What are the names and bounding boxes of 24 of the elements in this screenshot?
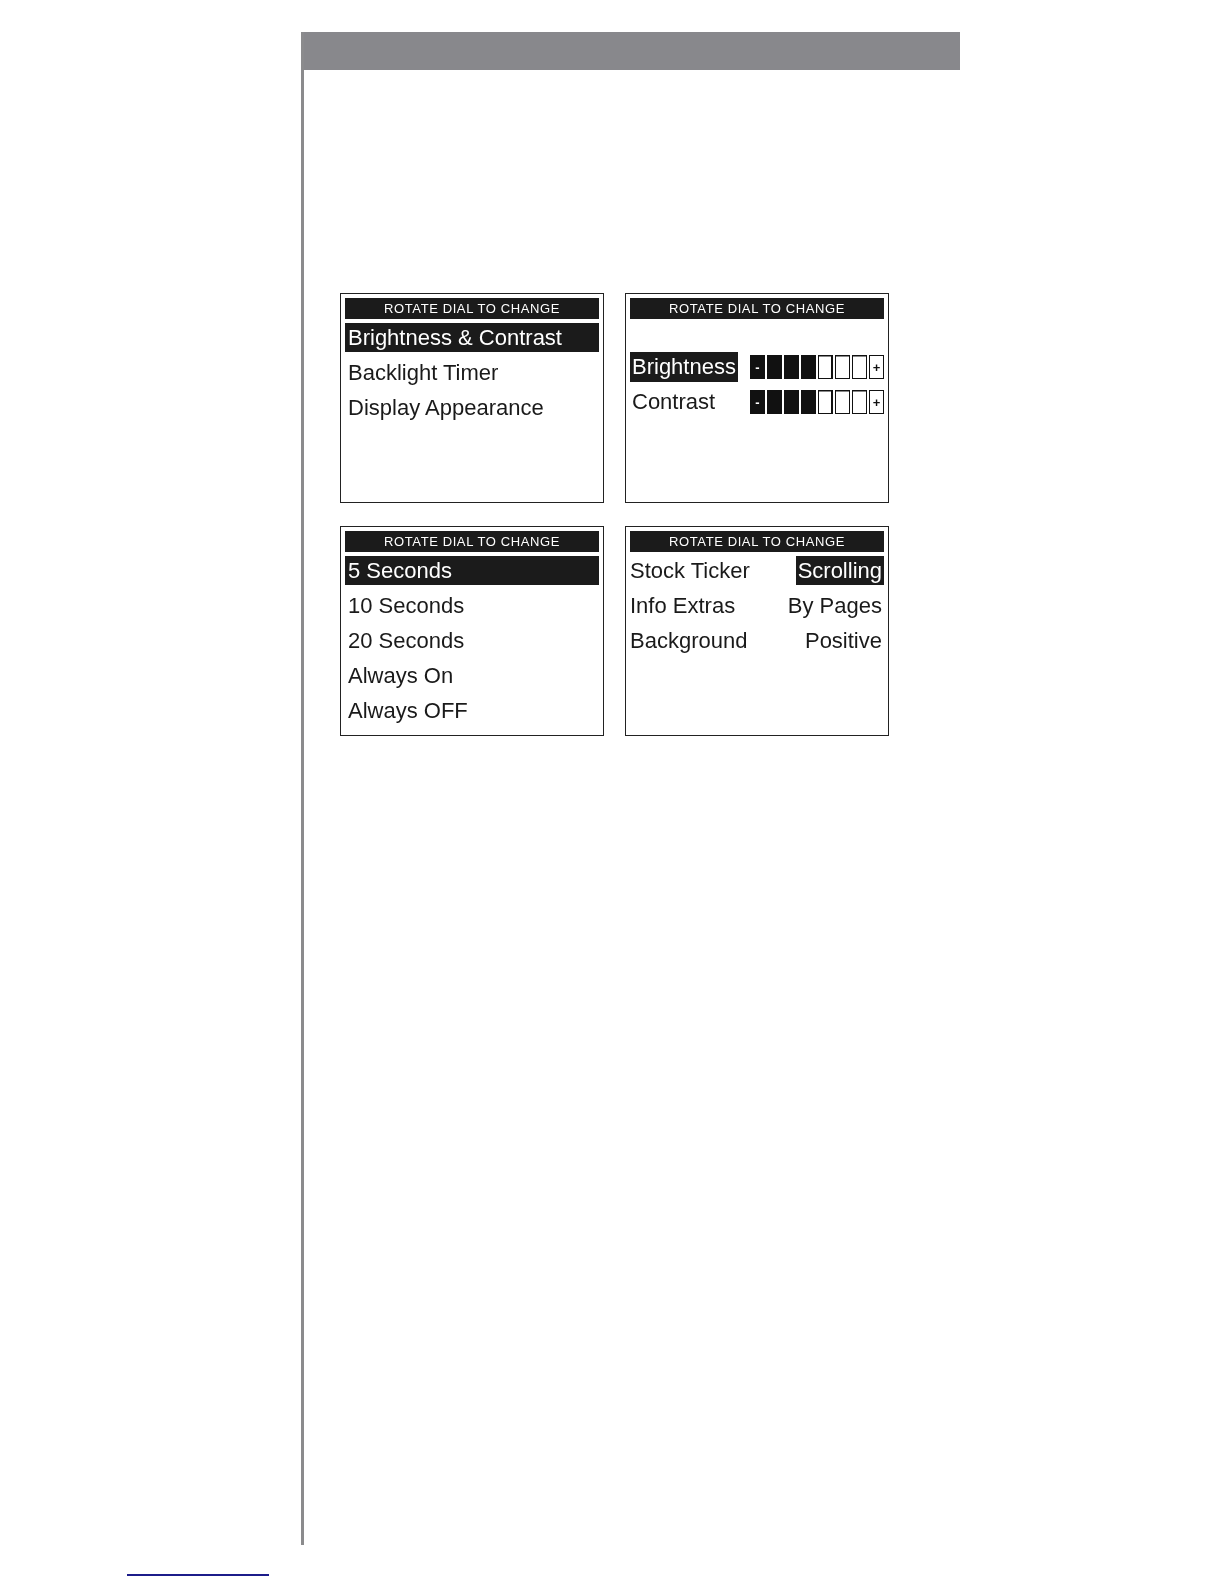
menu-item[interactable]: Always On bbox=[345, 661, 599, 690]
menu-item[interactable]: 10 Seconds bbox=[345, 591, 599, 620]
screen-header: ROTATE DIAL TO CHANGE bbox=[345, 531, 599, 552]
menu-item[interactable]: Display Appearance bbox=[345, 393, 599, 422]
setting-label: Stock Ticker bbox=[630, 557, 750, 585]
setting-value[interactable]: Positive bbox=[802, 626, 884, 655]
screen-header: ROTATE DIAL TO CHANGE bbox=[630, 298, 884, 319]
screen-header: ROTATE DIAL TO CHANGE bbox=[345, 298, 599, 319]
setting-label[interactable]: Brightness bbox=[630, 352, 738, 382]
setting-label: Background bbox=[630, 627, 748, 655]
plus-segment: + bbox=[869, 390, 884, 414]
menu-item[interactable]: Always OFF bbox=[345, 696, 599, 725]
menu-item[interactable]: Backlight Timer bbox=[345, 358, 599, 387]
menu-item[interactable]: 5 Seconds bbox=[345, 556, 599, 585]
minus-segment: - bbox=[750, 355, 765, 379]
menu-item[interactable]: 20 Seconds bbox=[345, 626, 599, 655]
screen-header: ROTATE DIAL TO CHANGE bbox=[630, 531, 884, 552]
minus-segment: - bbox=[750, 390, 765, 414]
setting-label: Info Extras bbox=[630, 592, 736, 620]
setting-value[interactable]: Scrolling bbox=[795, 556, 884, 585]
plus-segment: + bbox=[869, 355, 884, 379]
setting-value[interactable]: By Pages bbox=[785, 591, 884, 620]
menu-item[interactable]: Brightness & Contrast bbox=[345, 323, 599, 352]
setting-label[interactable]: Contrast bbox=[630, 387, 718, 417]
